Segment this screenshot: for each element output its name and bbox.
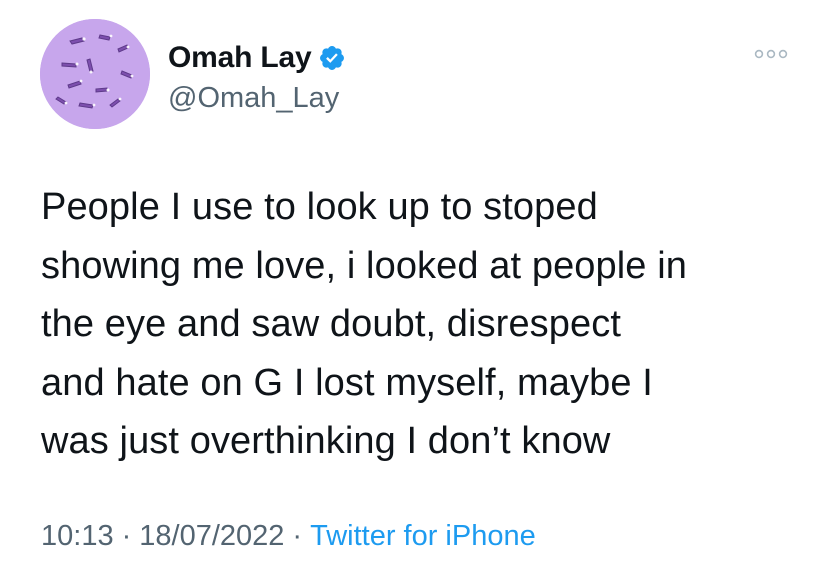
handle[interactable]: @Omah_Lay xyxy=(168,82,346,115)
name-row: Omah Lay xyxy=(168,38,346,78)
meta-separator: · xyxy=(121,520,132,552)
meta-separator: · xyxy=(292,520,303,552)
verified-badge-icon xyxy=(318,44,346,72)
tweet-text: People I use to look up to stoped showin… xyxy=(41,186,687,462)
tweet-date[interactable]: 18/07/2022 xyxy=(139,520,284,552)
tweet-source-link[interactable]: Twitter for iPhone xyxy=(310,520,536,552)
tweet-time[interactable]: 10:13 xyxy=(41,520,114,552)
author-block: Omah Lay @Omah_Lay xyxy=(168,38,346,115)
avatar-image xyxy=(40,19,150,129)
more-horizontal-icon[interactable] xyxy=(754,46,788,62)
display-name[interactable]: Omah Lay xyxy=(168,41,312,75)
tweet-card: Omah Lay @Omah_Lay People I use to look … xyxy=(0,0,829,576)
avatar[interactable] xyxy=(40,19,150,129)
tweet-meta: 10:13 · 18/07/2022 · Twitter for iPhone xyxy=(41,520,536,553)
